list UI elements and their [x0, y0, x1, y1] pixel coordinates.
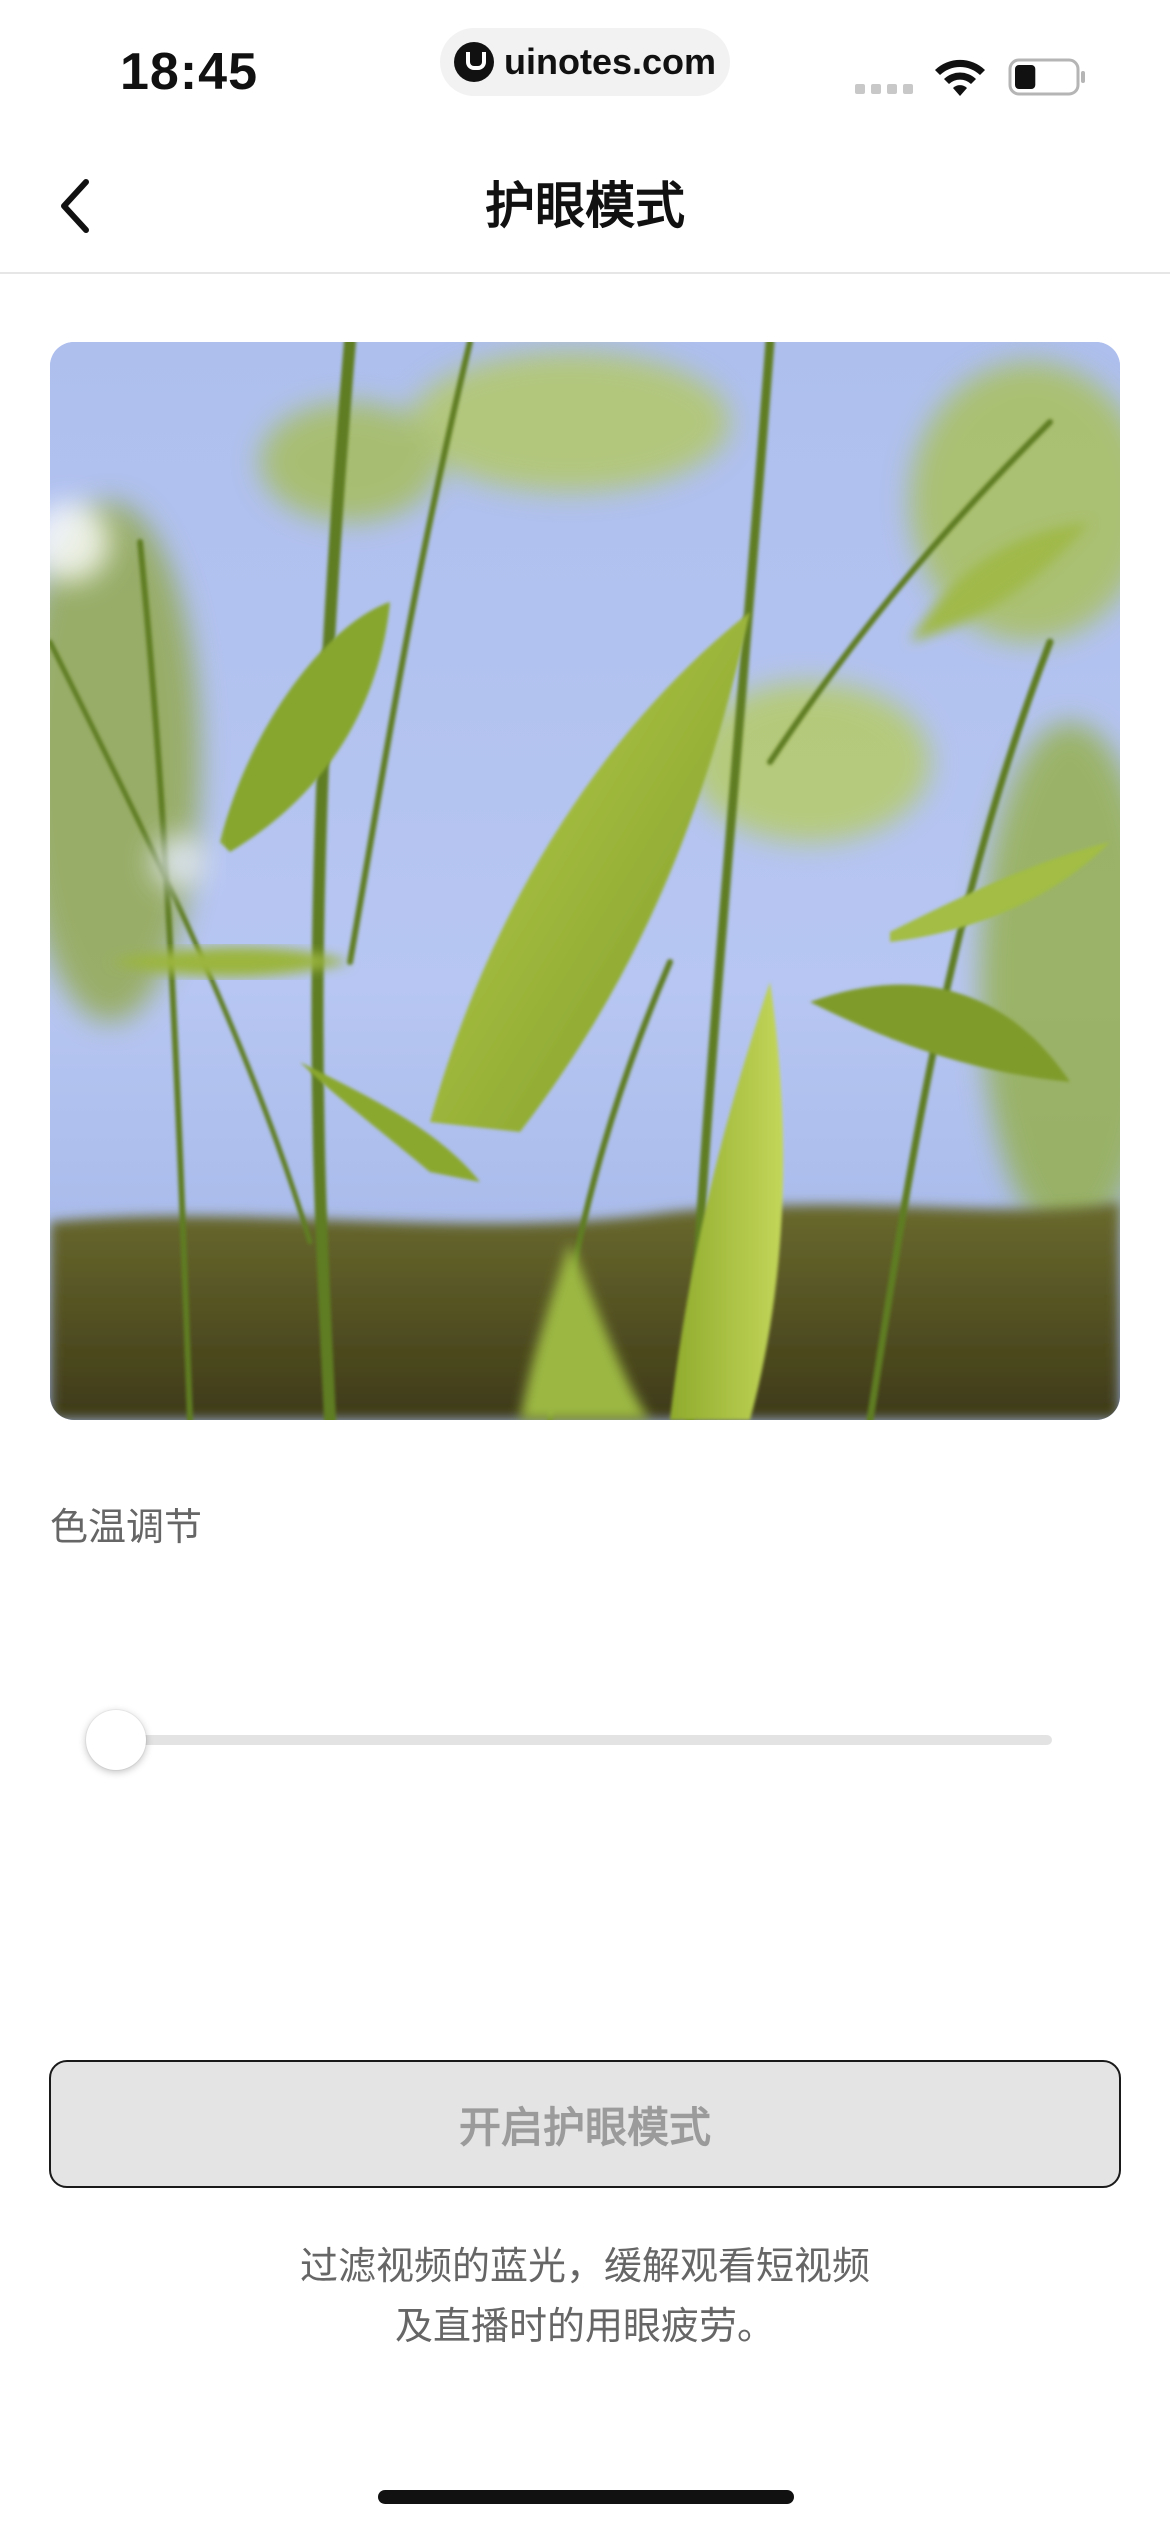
description-line: 及直播时的用眼疲劳。 — [394, 2304, 775, 2348]
url-text: uinotes.com — [503, 41, 717, 82]
slider-track[interactable] — [116, 1735, 1052, 1745]
color-temperature-label: 色温调节 — [50, 1505, 203, 1549]
page-title: 护眼模式 — [485, 177, 685, 235]
status-bar: 18:45 uinotes.com — [0, 0, 1170, 140]
chevron-left-icon — [61, 179, 89, 233]
status-time: 18:45 — [120, 43, 258, 101]
nav-bar: 护眼模式 — [0, 140, 1170, 274]
url-pill[interactable]: uinotes.com — [440, 28, 730, 96]
bamboo-leaves-image — [50, 342, 1120, 1420]
wifi-icon — [935, 59, 985, 96]
enable-eye-care-button[interactable]: 开启护眼模式 — [49, 2060, 1121, 2188]
color-temperature-slider[interactable] — [86, 1710, 1056, 1770]
description-line: 过滤视频的蓝光，缓解观看短视频 — [299, 2244, 870, 2288]
site-logo-icon — [453, 42, 494, 82]
battery-icon — [1008, 58, 1085, 96]
slider-thumb[interactable] — [86, 1710, 146, 1770]
back-button[interactable] — [40, 170, 112, 242]
home-indicator[interactable] — [378, 2490, 794, 2504]
description: 过滤视频的蓝光，缓解观看短视频 及直播时的用眼疲劳。 — [0, 2236, 1170, 2356]
cellular-signal-icon — [855, 84, 913, 94]
preview-image — [50, 342, 1120, 1420]
